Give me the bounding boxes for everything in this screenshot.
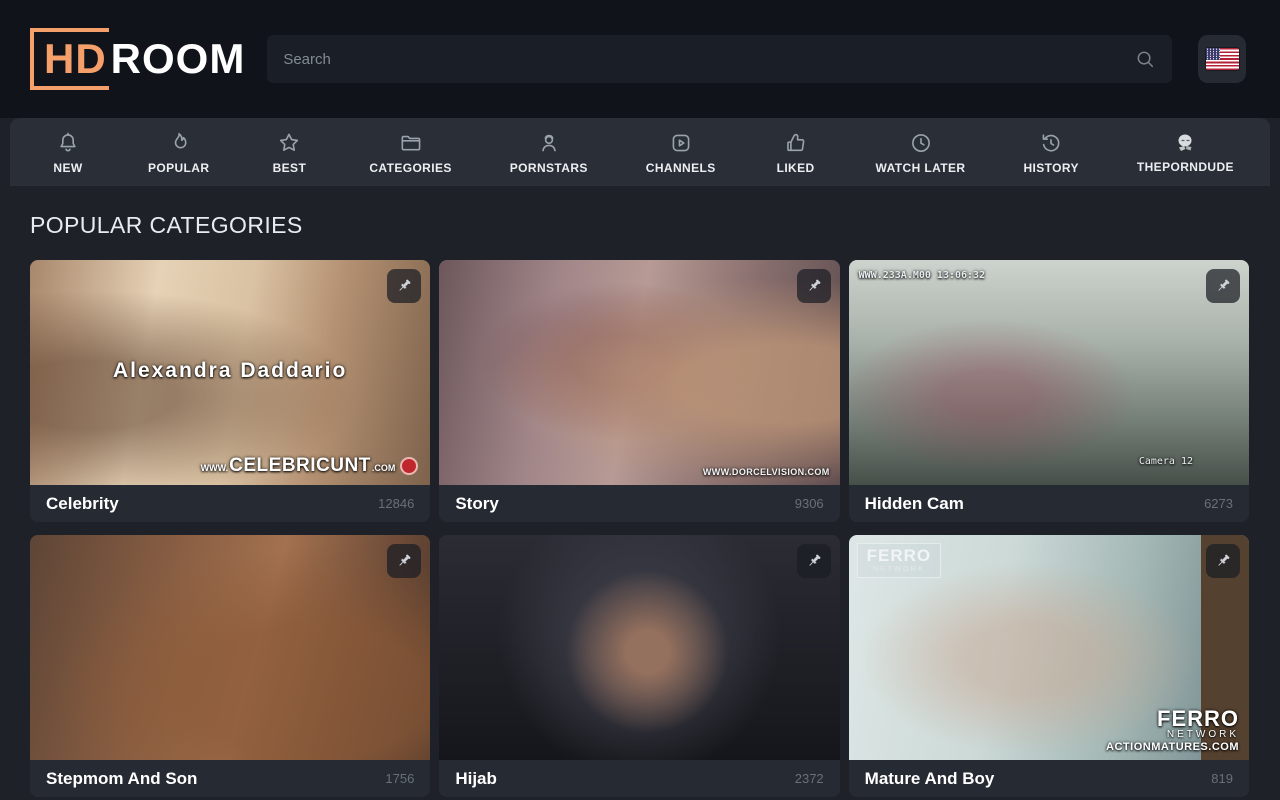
- nav-item-pornstars[interactable]: PORNSTARS: [510, 130, 588, 175]
- flame-icon: [166, 130, 192, 156]
- category-thumbnail: FERRO NETWORK FERRO NETWORK ACTIONMATURE…: [849, 535, 1249, 760]
- us-flag-icon: [1206, 48, 1239, 70]
- nav-label: PORNSTARS: [510, 161, 588, 175]
- watermark-main: CELEBRICUNT: [229, 455, 371, 477]
- nav-label: WATCH LATER: [876, 161, 966, 175]
- category-title: Hijab: [455, 769, 497, 789]
- category-card-mature-and-boy[interactable]: FERRO NETWORK FERRO NETWORK ACTIONMATURE…: [849, 535, 1249, 797]
- category-card-hijab[interactable]: Hijab 2372: [439, 535, 839, 797]
- pin-button[interactable]: [1206, 269, 1240, 303]
- cctv-timestamp: WWW.233A.M00 13:06:32: [859, 270, 985, 281]
- card-footer: Hidden Cam 6273: [849, 485, 1249, 522]
- watermark-line2: NETWORK: [1106, 730, 1239, 741]
- logo-line1: FERRO: [867, 547, 932, 564]
- thumbnail-watermark: FERRO NETWORK ACTIONMATURES.COM: [1106, 707, 1239, 754]
- header: HD ROOM: [0, 0, 1280, 118]
- main-nav: NEW POPULAR BEST CATEGORIES: [10, 118, 1270, 186]
- nav-label: THEPORNDUDE: [1137, 160, 1234, 174]
- logo-hd-text: HD: [44, 35, 107, 82]
- thumbs-up-icon: [783, 130, 809, 156]
- nav-label: HISTORY: [1023, 161, 1078, 175]
- nav-item-channels[interactable]: CHANNELS: [646, 130, 716, 175]
- theporndude-icon: [1173, 131, 1197, 155]
- watermark-suffix: .COM: [372, 463, 396, 473]
- logo-line2: NETWORK: [867, 564, 932, 573]
- cctv-camera-label: Camera 12: [1139, 456, 1193, 467]
- folder-icon: [398, 130, 424, 156]
- nav-label: NEW: [53, 161, 82, 175]
- main-content: POPULAR CATEGORIES Alexandra Daddario WW…: [0, 212, 1280, 797]
- watermark-prefix: WWW.: [201, 463, 229, 473]
- category-count: 1756: [385, 771, 414, 786]
- nav-item-popular[interactable]: POPULAR: [148, 130, 209, 175]
- category-thumbnail: WWW.233A.M00 13:06:32 Camera 12: [849, 260, 1249, 485]
- category-title: Mature And Boy: [865, 769, 995, 789]
- watermark-badge: [400, 457, 418, 475]
- nav-label: CATEGORIES: [369, 161, 451, 175]
- category-thumbnail: WWW.DORCELVISION.COM: [439, 260, 839, 485]
- play-square-icon: [668, 130, 694, 156]
- language-button[interactable]: [1198, 35, 1246, 83]
- card-footer: Celebrity 12846: [30, 485, 430, 522]
- nav-item-categories[interactable]: CATEGORIES: [369, 130, 451, 175]
- category-card-celebrity[interactable]: Alexandra Daddario WWW.CELEBRICUNT.COM: [30, 260, 430, 522]
- category-card-hidden-cam[interactable]: WWW.233A.M00 13:06:32 Camera 12 Hidden C…: [849, 260, 1249, 522]
- card-footer: Mature And Boy 819: [849, 760, 1249, 797]
- pin-button[interactable]: [387, 544, 421, 578]
- search-icon[interactable]: [1134, 48, 1156, 70]
- page-title: POPULAR CATEGORIES: [30, 212, 1249, 239]
- person-icon: [536, 130, 562, 156]
- pin-button[interactable]: [797, 269, 831, 303]
- search-bar: [267, 35, 1172, 83]
- category-title: Stepmom And Son: [46, 769, 197, 789]
- nav-label: POPULAR: [148, 161, 209, 175]
- pin-button[interactable]: [797, 544, 831, 578]
- thumbnail-watermark: WWW.CELEBRICUNT.COM: [201, 455, 419, 477]
- category-count: 9306: [795, 496, 824, 511]
- category-title: Celebrity: [46, 494, 119, 514]
- nav-item-theporndude[interactable]: THEPORNDUDE: [1137, 131, 1234, 174]
- nav-item-watch-later[interactable]: WATCH LATER: [876, 130, 966, 175]
- nav-label: BEST: [273, 161, 307, 175]
- category-title: Hidden Cam: [865, 494, 964, 514]
- nav-item-liked[interactable]: LIKED: [774, 130, 818, 175]
- nav-item-best[interactable]: BEST: [267, 130, 311, 175]
- category-count: 6273: [1204, 496, 1233, 511]
- pin-button[interactable]: [1206, 544, 1240, 578]
- clock-icon: [908, 130, 934, 156]
- history-icon: [1038, 130, 1064, 156]
- watermark-line3: ACTIONMATURES.COM: [1106, 742, 1239, 754]
- nav-label: CHANNELS: [646, 161, 716, 175]
- category-grid: Alexandra Daddario WWW.CELEBRICUNT.COM: [30, 260, 1249, 797]
- watermark-line1: FERRO: [1106, 707, 1239, 730]
- category-count: 2372: [795, 771, 824, 786]
- ferro-network-logo: FERRO NETWORK: [857, 543, 942, 578]
- thumbnail-caption: Alexandra Daddario: [30, 359, 430, 383]
- thumbnail-watermark: WWW.DORCELVISION.COM: [703, 467, 830, 477]
- card-footer: Stepmom And Son 1756: [30, 760, 430, 797]
- card-footer: Story 9306: [439, 485, 839, 522]
- logo-room-text: ROOM: [111, 38, 246, 80]
- category-thumbnail: Alexandra Daddario WWW.CELEBRICUNT.COM: [30, 260, 430, 485]
- bell-icon: [55, 130, 81, 156]
- nav-item-history[interactable]: HISTORY: [1023, 130, 1078, 175]
- logo-bracket: HD: [30, 28, 109, 90]
- category-count: 819: [1211, 771, 1233, 786]
- category-count: 12846: [378, 496, 414, 511]
- nav-label: LIKED: [777, 161, 815, 175]
- category-card-stepmom-and-son[interactable]: Stepmom And Son 1756: [30, 535, 430, 797]
- category-thumbnail: [439, 535, 839, 760]
- category-title: Story: [455, 494, 498, 514]
- card-footer: Hijab 2372: [439, 760, 839, 797]
- search-input[interactable]: [283, 51, 1124, 68]
- site-logo[interactable]: HD ROOM: [30, 28, 245, 90]
- nav-item-new[interactable]: NEW: [46, 130, 90, 175]
- pin-button[interactable]: [387, 269, 421, 303]
- category-thumbnail: [30, 535, 430, 760]
- star-icon: [276, 130, 302, 156]
- category-card-story[interactable]: WWW.DORCELVISION.COM Story 9306: [439, 260, 839, 522]
